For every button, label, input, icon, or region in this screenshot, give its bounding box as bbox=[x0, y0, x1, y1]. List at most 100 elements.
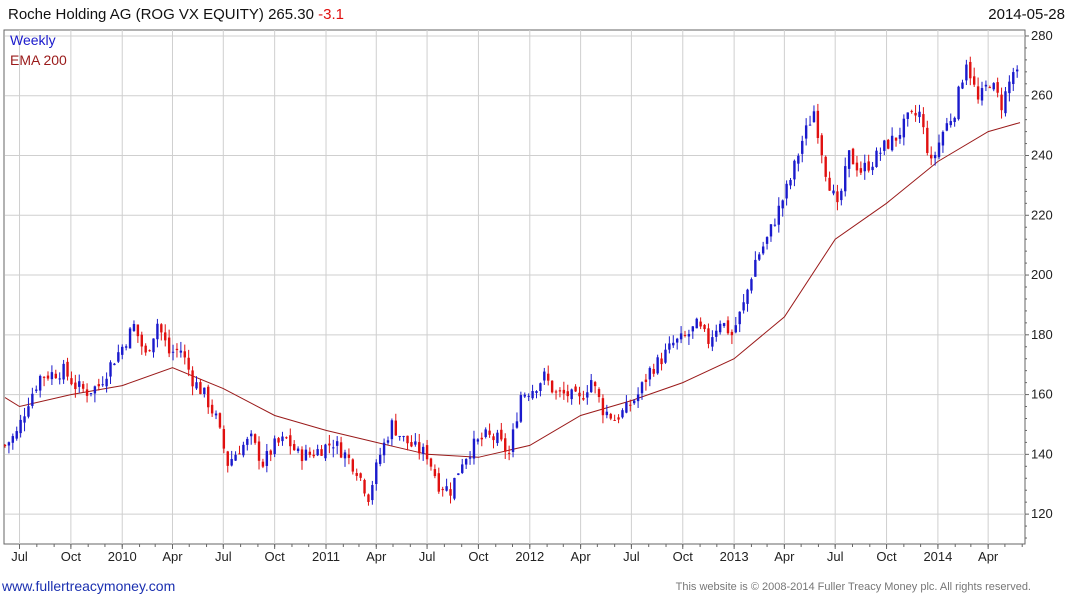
candle-up bbox=[121, 346, 124, 355]
candle-down bbox=[449, 489, 452, 496]
candle-up bbox=[738, 311, 741, 325]
candle-up bbox=[941, 131, 945, 146]
candle-up bbox=[109, 362, 112, 377]
candle-down bbox=[253, 434, 257, 443]
candle-up bbox=[656, 357, 659, 374]
candle-up bbox=[519, 395, 523, 422]
candle-down bbox=[81, 384, 85, 389]
y-tick-label: 280 bbox=[1031, 28, 1053, 43]
candle-up bbox=[789, 180, 792, 186]
candle-up bbox=[371, 485, 374, 501]
candle-down bbox=[492, 436, 495, 441]
candle-down bbox=[97, 384, 100, 387]
y-tick-label: 220 bbox=[1031, 207, 1053, 222]
candle-up bbox=[890, 135, 894, 151]
candle-down bbox=[363, 479, 366, 494]
candle-down bbox=[488, 430, 491, 435]
price-change: -3.1 bbox=[318, 6, 345, 23]
candle-down bbox=[660, 358, 663, 365]
candle-up bbox=[7, 442, 11, 446]
candle-up bbox=[421, 446, 425, 454]
candle-down bbox=[550, 380, 554, 393]
candle-up bbox=[535, 391, 538, 394]
candle-up bbox=[484, 429, 487, 437]
candle-down bbox=[42, 376, 46, 378]
candle-up bbox=[640, 382, 644, 394]
last-price: 265.30 bbox=[268, 6, 314, 23]
candle-down bbox=[429, 458, 433, 467]
x-axis-ticks: Jul Oct 2010 Apr Jul Oct 2011 Apr Jul Oct 2012 Apr J… bbox=[11, 544, 1023, 564]
candle-up bbox=[871, 166, 874, 171]
candle-down bbox=[320, 449, 323, 456]
candle-up bbox=[23, 416, 26, 423]
candle-up bbox=[195, 382, 198, 389]
candle-up bbox=[382, 442, 386, 456]
candle-up bbox=[171, 351, 175, 353]
candle-up bbox=[324, 444, 327, 459]
candle-up bbox=[711, 337, 714, 347]
candle-up bbox=[734, 325, 738, 333]
candle-down bbox=[859, 168, 863, 173]
candle-up bbox=[511, 429, 515, 452]
candle-down bbox=[74, 382, 77, 390]
candle-down bbox=[820, 135, 823, 156]
y-tick-label: 120 bbox=[1031, 506, 1053, 521]
candle-down bbox=[683, 334, 687, 336]
candle-up bbox=[179, 350, 183, 353]
plot-frame bbox=[3, 29, 1026, 545]
candle-down bbox=[726, 320, 730, 334]
candle-up bbox=[281, 436, 284, 442]
candle-up bbox=[965, 64, 968, 81]
candle-up bbox=[953, 117, 956, 123]
candle-up bbox=[468, 457, 472, 459]
candle-up bbox=[847, 150, 851, 169]
candle-down bbox=[406, 435, 409, 444]
chart-title: Roche Holding AG (ROG VX EQUITY) bbox=[8, 6, 264, 23]
candle-down bbox=[437, 473, 440, 492]
x-tick-label: Oct bbox=[673, 549, 694, 564]
candle-up bbox=[984, 84, 988, 87]
candle-up bbox=[980, 88, 984, 101]
candle-up bbox=[124, 346, 128, 348]
candle-up bbox=[343, 452, 347, 459]
candle-down bbox=[191, 370, 194, 387]
candle-up bbox=[773, 224, 777, 226]
candle-down bbox=[699, 321, 702, 327]
candle-up bbox=[304, 449, 308, 461]
candle-down bbox=[578, 392, 581, 397]
candle-down bbox=[328, 443, 331, 446]
candle-down bbox=[207, 386, 210, 408]
candle-down bbox=[355, 473, 358, 476]
candle-up bbox=[801, 140, 804, 154]
candle-down bbox=[136, 324, 140, 337]
candle-down bbox=[894, 137, 898, 141]
candle-down bbox=[199, 382, 202, 395]
candle-down bbox=[816, 110, 820, 139]
candle-up bbox=[496, 432, 499, 444]
candle-down bbox=[730, 331, 734, 336]
candle-down bbox=[359, 473, 362, 478]
candle-down bbox=[300, 449, 304, 462]
chart-header: Roche Holding AG (ROG VX EQUITY) 265.30 … bbox=[8, 6, 344, 23]
candle-down bbox=[85, 389, 89, 396]
candle-up bbox=[769, 224, 773, 237]
candle-up bbox=[398, 435, 401, 437]
candle-down bbox=[480, 437, 483, 440]
candle-down bbox=[613, 419, 616, 421]
candle-down bbox=[652, 368, 655, 374]
candle-down bbox=[347, 454, 351, 458]
candle-up bbox=[78, 381, 81, 387]
candle-up bbox=[765, 237, 769, 244]
candle-down bbox=[164, 332, 167, 341]
candle-up bbox=[898, 134, 902, 139]
candle-up bbox=[27, 406, 30, 417]
candle-down bbox=[914, 112, 917, 116]
candle-down bbox=[312, 454, 315, 457]
candle-up bbox=[89, 393, 93, 395]
candle-up bbox=[543, 371, 546, 381]
site-link[interactable]: www.fullertreacymoney.com bbox=[2, 578, 175, 594]
candle-down bbox=[824, 156, 827, 177]
candle-up bbox=[863, 162, 866, 172]
candle-up bbox=[754, 259, 757, 277]
candle-up bbox=[250, 433, 253, 437]
